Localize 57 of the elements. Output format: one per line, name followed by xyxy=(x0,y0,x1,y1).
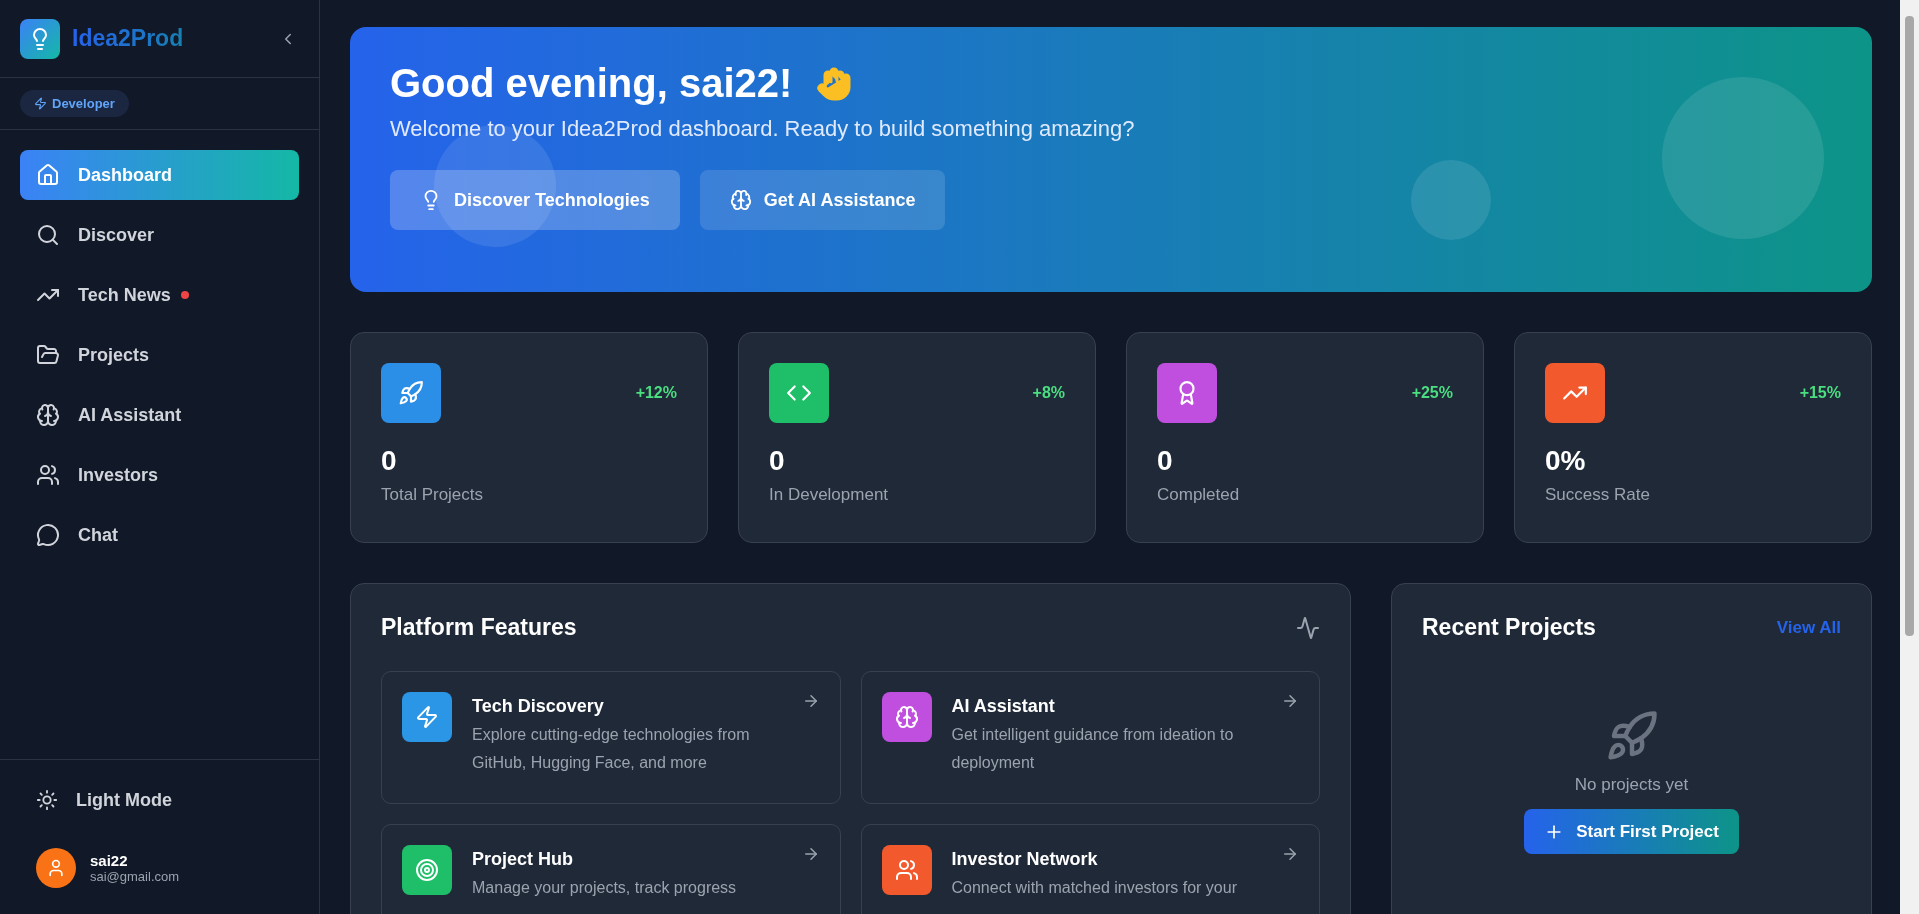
stat-label: Success Rate xyxy=(1545,485,1651,505)
panel-title: Recent Projects xyxy=(1422,614,1596,641)
brain-icon xyxy=(729,189,752,211)
feature-description: Manage your projects, track progress xyxy=(472,878,738,898)
search-icon xyxy=(36,223,60,247)
feature-card[interactable]: Investor Network Connect with matched investors for your xyxy=(860,824,1320,914)
feature-title: AI Assistant xyxy=(951,696,1056,717)
panel-title: Platform Features xyxy=(381,614,577,641)
stat-label: In Development xyxy=(769,485,890,505)
feature-description: Explore cutting-edge technologies from GitHub, Hugging Face, and more xyxy=(472,725,751,773)
home-icon xyxy=(36,163,60,187)
start-project-button[interactable]: Start First Project xyxy=(1524,809,1739,854)
stat-change: +15% xyxy=(1799,384,1841,402)
scrollbar[interactable] xyxy=(1900,0,1919,914)
empty-message: No projects yet xyxy=(1574,775,1689,795)
nav-item[interactable]: Discover xyxy=(20,210,299,260)
feature-description: Connect with matched investors for your xyxy=(951,878,1238,898)
stat-value: 0% xyxy=(1545,445,1587,477)
stat-value: 0 xyxy=(381,445,398,477)
stat-value: 0 xyxy=(769,445,786,477)
users-icon xyxy=(36,463,60,487)
banner-button[interactable]: Get AI Assistance xyxy=(699,170,946,230)
greeting-heading: Good evening, sai22! xyxy=(390,61,793,106)
stat-label: Total Projects xyxy=(381,485,485,505)
user-email: sai@gmail.com xyxy=(90,869,180,884)
arrow-icon xyxy=(1281,692,1299,710)
stat-change: +25% xyxy=(1411,384,1453,402)
arrow-icon xyxy=(1281,845,1299,863)
scrollbar-thumb[interactable] xyxy=(1905,16,1914,636)
feature-card[interactable]: Project Hub Manage your projects, track progress xyxy=(381,824,841,914)
welcome-text: Welcome to your Idea2Prod dashboard. Ready to build something amazing? xyxy=(390,116,1136,142)
feature-title: Tech Discovery xyxy=(472,696,605,717)
activity-icon xyxy=(1296,615,1320,640)
feature-title: Investor Network xyxy=(951,849,1099,870)
nav-item[interactable]: Projects xyxy=(20,330,299,380)
folder-icon xyxy=(36,343,60,367)
nav-item[interactable]: Tech News xyxy=(20,270,299,320)
theme-toggle[interactable]: Light Mode xyxy=(20,780,299,820)
avatar-icon xyxy=(36,848,76,888)
user-name: sai22 xyxy=(90,852,129,869)
stat-label: Completed xyxy=(1157,485,1241,505)
stat-value: 0 xyxy=(1157,445,1174,477)
feature-description: Get intelligent guidance from ideation to deployment xyxy=(951,725,1235,773)
chat-icon xyxy=(36,523,60,547)
lightning-icon xyxy=(34,97,47,110)
stat-change: +12% xyxy=(635,384,677,402)
feature-title: Project Hub xyxy=(472,849,574,870)
logo-icon xyxy=(20,18,60,59)
nav-item[interactable]: AI Assistant xyxy=(20,390,299,440)
stat-change: +8% xyxy=(1032,384,1065,402)
feature-card[interactable]: Tech Discovery Explore cutting-edge technologies from GitHub, Hugging Face, and more xyxy=(381,671,841,804)
nav-item[interactable]: Chat xyxy=(20,510,299,560)
brain-icon xyxy=(36,403,60,427)
role-badge: Developer xyxy=(20,90,129,117)
sun-icon xyxy=(36,789,58,811)
nav-item[interactable]: Investors xyxy=(20,450,299,500)
feature-card[interactable]: AI Assistant Get intelligent guidance from ideation to deployment xyxy=(860,671,1320,804)
